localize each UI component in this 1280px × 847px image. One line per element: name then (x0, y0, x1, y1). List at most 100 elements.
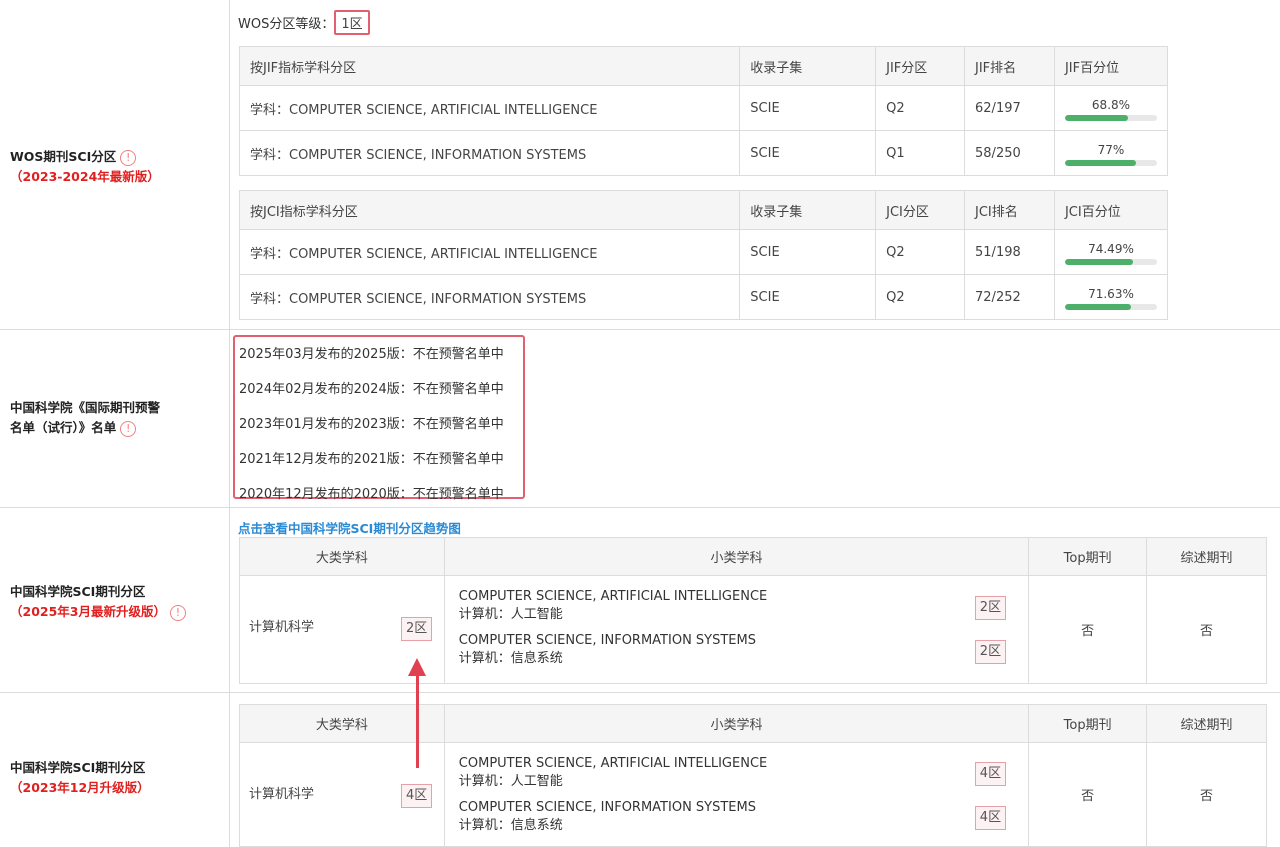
subject-cell: 学科：COMPUTER SCIENCE, INFORMATION SYSTEMS (238, 130, 741, 176)
jci-table: 按JCI指标学科分区 收录子集 JCI分区 JCI排名 JCI百分位 学科：CO… (238, 190, 1169, 320)
header-review: 综述期刊 (1146, 704, 1267, 743)
warning-label-line1: 中国科学院《国际期刊预警 (10, 400, 161, 415)
subset-cell: SCIE (739, 229, 877, 275)
rank-cell: 62/197 (964, 85, 1055, 131)
table-row: 计算机科学 2区 COMPUTER SCIENCE, ARTIFICIAL IN… (239, 575, 1267, 684)
cas2023-label-version: （2023年12月升级版） (10, 780, 150, 795)
header-minor: 小类学科 (443, 704, 1030, 743)
cas2023-label-cell: 中国科学院SCI期刊分区 （2023年12月升级版） (0, 693, 230, 847)
warning-list-item: 2020年12月发布的2020版：不在预警名单中 (239, 487, 504, 502)
info-icon[interactable]: ! (120, 420, 137, 437)
annotation-arrow-shaft (416, 672, 419, 768)
percentile-bar (1064, 114, 1157, 121)
jci-header-subset: 收录子集 (739, 190, 877, 230)
top-journal-cell: 否 (1028, 575, 1148, 684)
top-journal-cell: 否 (1028, 742, 1148, 847)
table-row: 学科：COMPUTER SCIENCE, INFORMATION SYSTEMS… (238, 130, 1169, 176)
subject-cell: 学科：COMPUTER SCIENCE, ARTIFICIAL INTELLIG… (238, 229, 741, 275)
warning-list-item: 2023年01月发布的2023版：不在预警名单中 (239, 417, 504, 432)
minor-subject-cn: 计算机：人工智能 (458, 774, 563, 789)
trend-chart-link[interactable]: 点击查看中国科学院SCI期刊分区趋势图 (238, 518, 461, 537)
minor-zone-badge: 4区 (974, 762, 1007, 786)
cas2025-table: 大类学科 小类学科 Top期刊 综述期刊 计算机科学 2区 COMPUTER S… (239, 537, 1267, 684)
subset-cell: SCIE (739, 130, 877, 176)
percentile-bar (1064, 258, 1157, 265)
percentile-bar-fill (1064, 159, 1136, 166)
table-row: 学科：COMPUTER SCIENCE, ARTIFICIAL INTELLIG… (238, 85, 1169, 131)
major-zone-badge: 4区 (401, 784, 433, 808)
info-icon[interactable]: ! (120, 149, 137, 166)
jci-header-rank: JCI排名 (964, 190, 1055, 230)
rank-cell: 72/252 (964, 274, 1055, 320)
jif-header-quartile: JIF分区 (875, 46, 966, 86)
minor-subject-cn: 计算机：人工智能 (458, 607, 563, 622)
percentile-bar (1064, 159, 1157, 166)
subset-cell: SCIE (739, 85, 877, 131)
jci-header-percentile: JCI百分位 (1053, 190, 1169, 230)
header-major: 大类学科 (239, 704, 445, 743)
warning-row: 中国科学院《国际期刊预警 名单（试行）》名单! (0, 330, 1280, 508)
table-row: 学科：COMPUTER SCIENCE, INFORMATION SYSTEMS… (238, 274, 1169, 320)
subject-cell: 学科：COMPUTER SCIENCE, INFORMATION SYSTEMS (238, 274, 741, 320)
jci-header-quartile: JCI分区 (875, 190, 966, 230)
quartile-cell: Q2 (875, 85, 966, 131)
warning-label-cell: 中国科学院《国际期刊预警 名单（试行）》名单! (0, 330, 230, 507)
wos-level-badge: 1区 (334, 10, 370, 35)
minor-zone-badge: 2区 (974, 596, 1007, 620)
minor-zone-badge: 4区 (974, 806, 1007, 830)
subset-cell: SCIE (739, 274, 877, 320)
major-subject: 计算机科学 (249, 620, 315, 635)
table-header-row: 大类学科 小类学科 Top期刊 综述期刊 (239, 704, 1267, 743)
warning-label: 中国科学院《国际期刊预警 名单（试行）》名单! (10, 398, 160, 438)
table-header-row: 按JCI指标学科分区 收录子集 JCI分区 JCI排名 JCI百分位 (238, 190, 1169, 230)
cas2025-label-version: （2025年3月最新升级版） (10, 604, 166, 619)
percentile-bar-fill (1064, 258, 1134, 265)
minor-zone-badge: 2区 (974, 640, 1007, 664)
percentile-bar (1064, 303, 1157, 310)
minor-subject-en: COMPUTER SCIENCE, INFORMATION SYSTEMS (458, 800, 756, 815)
wos-label: WOS期刊SCI分区! （2023-2024年最新版） (10, 147, 160, 187)
header-minor: 小类学科 (443, 537, 1030, 576)
major-cell: 计算机科学 4区 (239, 742, 445, 847)
percentile-cell: 71.63% (1053, 274, 1169, 320)
major-subject: 计算机科学 (249, 787, 315, 802)
jif-header-percentile: JIF百分位 (1053, 46, 1169, 86)
table-row: 计算机科学 4区 COMPUTER SCIENCE, ARTIFICIAL IN… (239, 742, 1267, 847)
table-header-row: 按JIF指标学科分区 收录子集 JIF分区 JIF排名 JIF百分位 (238, 46, 1169, 86)
table-header-row: 大类学科 小类学科 Top期刊 综述期刊 (239, 537, 1267, 576)
percentile-text: 71.63% (1088, 286, 1134, 301)
minor-subject-cn: 计算机：信息系统 (458, 651, 563, 666)
table-row: 学科：COMPUTER SCIENCE, ARTIFICIAL INTELLIG… (238, 229, 1169, 275)
jif-header-subset: 收录子集 (739, 46, 877, 86)
info-icon[interactable]: ! (170, 604, 186, 621)
percentile-text: 77% (1097, 142, 1125, 157)
quartile-cell: Q2 (875, 229, 966, 275)
subject-cell: 学科：COMPUTER SCIENCE, ARTIFICIAL INTELLIG… (238, 85, 741, 131)
cas2025-label-title: 中国科学院SCI期刊分区 (10, 584, 146, 599)
wos-label-title: WOS期刊SCI分区 (10, 149, 117, 164)
minor-subject-en: COMPUTER SCIENCE, INFORMATION SYSTEMS (458, 633, 756, 648)
warning-list-item: 2021年12月发布的2021版：不在预警名单中 (239, 452, 504, 467)
wos-label-cell: WOS期刊SCI分区! （2023-2024年最新版） (0, 0, 230, 329)
wos-level-prefix: WOS分区等级： (238, 17, 335, 32)
percentile-cell: 68.8% (1053, 85, 1169, 131)
minor-cell: COMPUTER SCIENCE, ARTIFICIAL INTELLIGENC… (443, 575, 1030, 684)
percentile-cell: 74.49% (1053, 229, 1169, 275)
jif-table: 按JIF指标学科分区 收录子集 JIF分区 JIF排名 JIF百分位 学科：CO… (238, 46, 1169, 176)
minor-subject-cn: 计算机：信息系统 (458, 818, 563, 833)
minor-cell: COMPUTER SCIENCE, ARTIFICIAL INTELLIGENC… (443, 742, 1030, 847)
warning-list-item: 2025年03月发布的2025版：不在预警名单中 (239, 347, 504, 362)
header-review: 综述期刊 (1146, 537, 1267, 576)
warning-list-item: 2024年02月发布的2024版：不在预警名单中 (239, 382, 504, 397)
percentile-bar-fill (1064, 114, 1129, 121)
percentile-bar-fill (1064, 303, 1131, 310)
journal-ranking-page: WOS期刊SCI分区! （2023-2024年最新版） WOS分区等级： 1区 按… (0, 0, 1280, 847)
rank-cell: 58/250 (964, 130, 1055, 176)
header-top: Top期刊 (1028, 704, 1148, 743)
percentile-cell: 77% (1053, 130, 1169, 176)
rank-cell: 51/198 (964, 229, 1055, 275)
major-zone-badge: 2区 (401, 617, 433, 641)
header-major: 大类学科 (239, 537, 445, 576)
cas2023-table: 大类学科 小类学科 Top期刊 综述期刊 计算机科学 4区 COMPUTER S… (239, 704, 1267, 847)
minor-subject-en: COMPUTER SCIENCE, ARTIFICIAL INTELLIGENC… (458, 589, 768, 604)
